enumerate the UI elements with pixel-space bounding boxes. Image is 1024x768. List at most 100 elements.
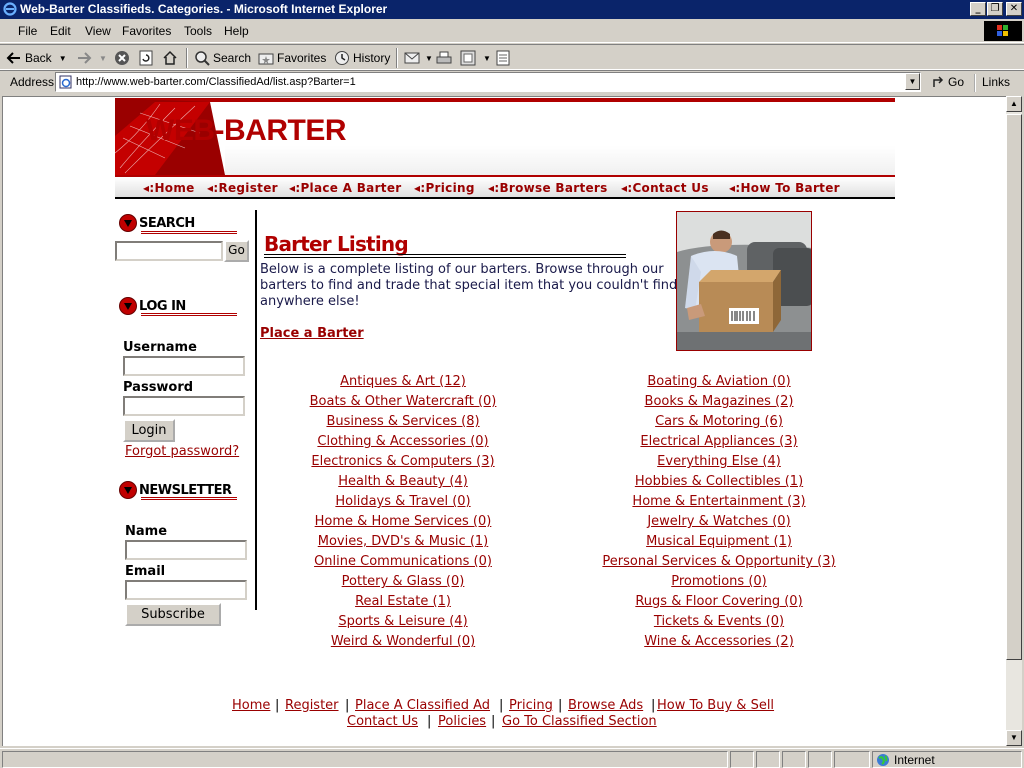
category-link[interactable]: Jewelry & Watches (0) (647, 514, 790, 529)
search-button[interactable]: Search (194, 49, 251, 67)
category-link[interactable]: Electrical Appliances (3) (640, 434, 797, 449)
category-link[interactable]: Musical Equipment (1) (646, 534, 792, 549)
discuss-button[interactable] (496, 49, 510, 67)
footer-contact-link[interactable]: Contact Us (347, 714, 418, 729)
mail-button[interactable]: ▼ (404, 49, 433, 67)
menu-edit[interactable]: Edit (50, 24, 71, 38)
status-cell (834, 751, 870, 768)
footer-separator: | (491, 714, 496, 729)
footer-pricing-link[interactable]: Pricing (509, 698, 553, 713)
refresh-button[interactable] (138, 49, 154, 67)
mail-dropdown-icon[interactable]: ▼ (425, 54, 433, 63)
category-link[interactable]: Everything Else (4) (657, 454, 781, 469)
maximize-button[interactable]: ❐ (987, 2, 1003, 16)
nav-how-to-barter[interactable]: ◂:How To Barter (729, 181, 840, 195)
nav-place-a-barter[interactable]: ◂:Place A Barter (289, 181, 402, 195)
category-link[interactable]: Wine & Accessories (2) (644, 634, 794, 649)
login-button[interactable]: Login (123, 419, 175, 442)
category-link[interactable]: Sports & Leisure (4) (338, 614, 467, 629)
menu-help[interactable]: Help (224, 24, 249, 38)
category-link[interactable]: Business & Services (8) (326, 414, 479, 429)
address-input[interactable]: http://www.web-barter.com/ClassifiedAd/l… (55, 72, 921, 92)
category-link[interactable]: Electronics & Computers (3) (311, 454, 494, 469)
category-link[interactable]: Personal Services & Opportunity (3) (602, 554, 835, 569)
newsletter-heading-label: NEWSLETTER (139, 482, 232, 498)
category-link[interactable]: Cars & Motoring (6) (655, 414, 783, 429)
history-button[interactable]: History (334, 49, 390, 67)
edit-button[interactable]: ▼ (460, 49, 491, 67)
menu-tools[interactable]: Tools (184, 24, 212, 38)
category-link[interactable]: Tickets & Events (0) (654, 614, 784, 629)
history-clock-icon (335, 51, 349, 65)
go-label: Go (948, 75, 965, 89)
menu-file[interactable]: File (18, 24, 37, 38)
menu-favorites[interactable]: Favorites (122, 24, 171, 38)
forgot-password-link[interactable]: Forgot password? (125, 444, 239, 459)
newsletter-name-label: Name (125, 524, 168, 539)
site-logo[interactable]: WEB-BARTER (146, 114, 347, 148)
category-link[interactable]: Online Communications (0) (314, 554, 492, 569)
category-link[interactable]: Books & Magazines (2) (645, 394, 794, 409)
vertical-scrollbar[interactable]: ▲ ▼ (1006, 96, 1022, 746)
print-button[interactable] (436, 49, 452, 67)
newsletter-name-input[interactable] (125, 540, 247, 560)
footer-home-link[interactable]: Home (232, 698, 270, 713)
links-button[interactable]: Links (974, 74, 1022, 92)
category-link[interactable]: Rugs & Floor Covering (0) (635, 594, 802, 609)
category-link[interactable]: Health & Beauty (4) (338, 474, 468, 489)
nav-browse-barters[interactable]: ◂:Browse Barters (488, 181, 608, 195)
category-link[interactable]: Home & Home Services (0) (315, 514, 492, 529)
search-input[interactable] (115, 241, 223, 261)
footer-policies-link[interactable]: Policies (438, 714, 486, 729)
subscribe-button[interactable]: Subscribe (125, 603, 221, 626)
nav-register[interactable]: ◂:Register (207, 181, 278, 195)
category-link[interactable]: Home & Entertainment (3) (632, 494, 805, 509)
footer-browse-ads-link[interactable]: Browse Ads (568, 698, 643, 713)
category-link[interactable]: Boats & Other Watercraft (0) (310, 394, 497, 409)
back-dropdown-icon[interactable]: ▼ (59, 54, 67, 63)
category-link[interactable]: Real Estate (1) (355, 594, 451, 609)
security-zone: Internet (872, 751, 1022, 768)
nav-contact-us[interactable]: ◂:Contact Us (621, 181, 709, 195)
scroll-down-icon[interactable]: ▼ (1006, 730, 1022, 746)
password-input[interactable] (123, 396, 245, 416)
edit-dropdown-icon[interactable]: ▼ (483, 54, 491, 63)
footer-classified-link[interactable]: Go To Classified Section (502, 714, 657, 729)
category-link[interactable]: Promotions (0) (671, 574, 766, 589)
category-link[interactable]: Clothing & Accessories (0) (317, 434, 488, 449)
nav-home[interactable]: ◂:Home (143, 181, 195, 195)
footer-place-ad-link[interactable]: Place A Classified Ad (355, 698, 490, 713)
address-url: http://www.web-barter.com/ClassifiedAd/l… (76, 76, 356, 88)
menu-view[interactable]: View (85, 24, 111, 38)
forward-button[interactable]: ▼ (76, 49, 107, 67)
footer-how-to-link[interactable]: How To Buy & Sell (657, 698, 774, 713)
category-link[interactable]: Holidays & Travel (0) (335, 494, 470, 509)
page-viewport: WEB-BARTER ◂:Home ◂:Register ◂:Place A B… (2, 96, 1006, 746)
go-button[interactable]: Go (932, 75, 964, 89)
category-link[interactable]: Weird & Wonderful (0) (331, 634, 475, 649)
footer-register-link[interactable]: Register (285, 698, 339, 713)
address-dropdown-icon[interactable]: ▼ (905, 73, 920, 90)
minimize-button[interactable]: _ (970, 2, 986, 16)
category-link[interactable]: Pottery & Glass (0) (342, 574, 465, 589)
category-link[interactable]: Hobbies & Collectibles (1) (635, 474, 803, 489)
category-link[interactable]: Boating & Aviation (0) (647, 374, 790, 389)
category-link[interactable]: Movies, DVD's & Music (1) (318, 534, 488, 549)
printer-icon (436, 51, 452, 64)
newsletter-email-input[interactable] (125, 580, 247, 600)
back-button[interactable]: Back ▼ (6, 49, 67, 67)
search-go-button[interactable]: Go (224, 240, 249, 262)
home-button[interactable] (162, 49, 178, 67)
favorites-button[interactable]: Favorites (258, 49, 326, 67)
category-link[interactable]: Antiques & Art (12) (340, 374, 466, 389)
scroll-up-icon[interactable]: ▲ (1006, 96, 1022, 112)
forward-dropdown-icon[interactable]: ▼ (99, 54, 107, 63)
scrollbar-thumb[interactable] (1006, 114, 1022, 660)
main-nav: ◂:Home ◂:Register ◂:Place A Barter ◂:Pri… (115, 175, 895, 199)
history-label: History (353, 51, 391, 65)
nav-pricing[interactable]: ◂:Pricing (414, 181, 475, 195)
username-input[interactable] (123, 356, 245, 376)
close-button[interactable]: ✕ (1006, 2, 1022, 16)
place-a-barter-link[interactable]: Place a Barter (260, 326, 364, 341)
stop-button[interactable] (114, 49, 130, 67)
